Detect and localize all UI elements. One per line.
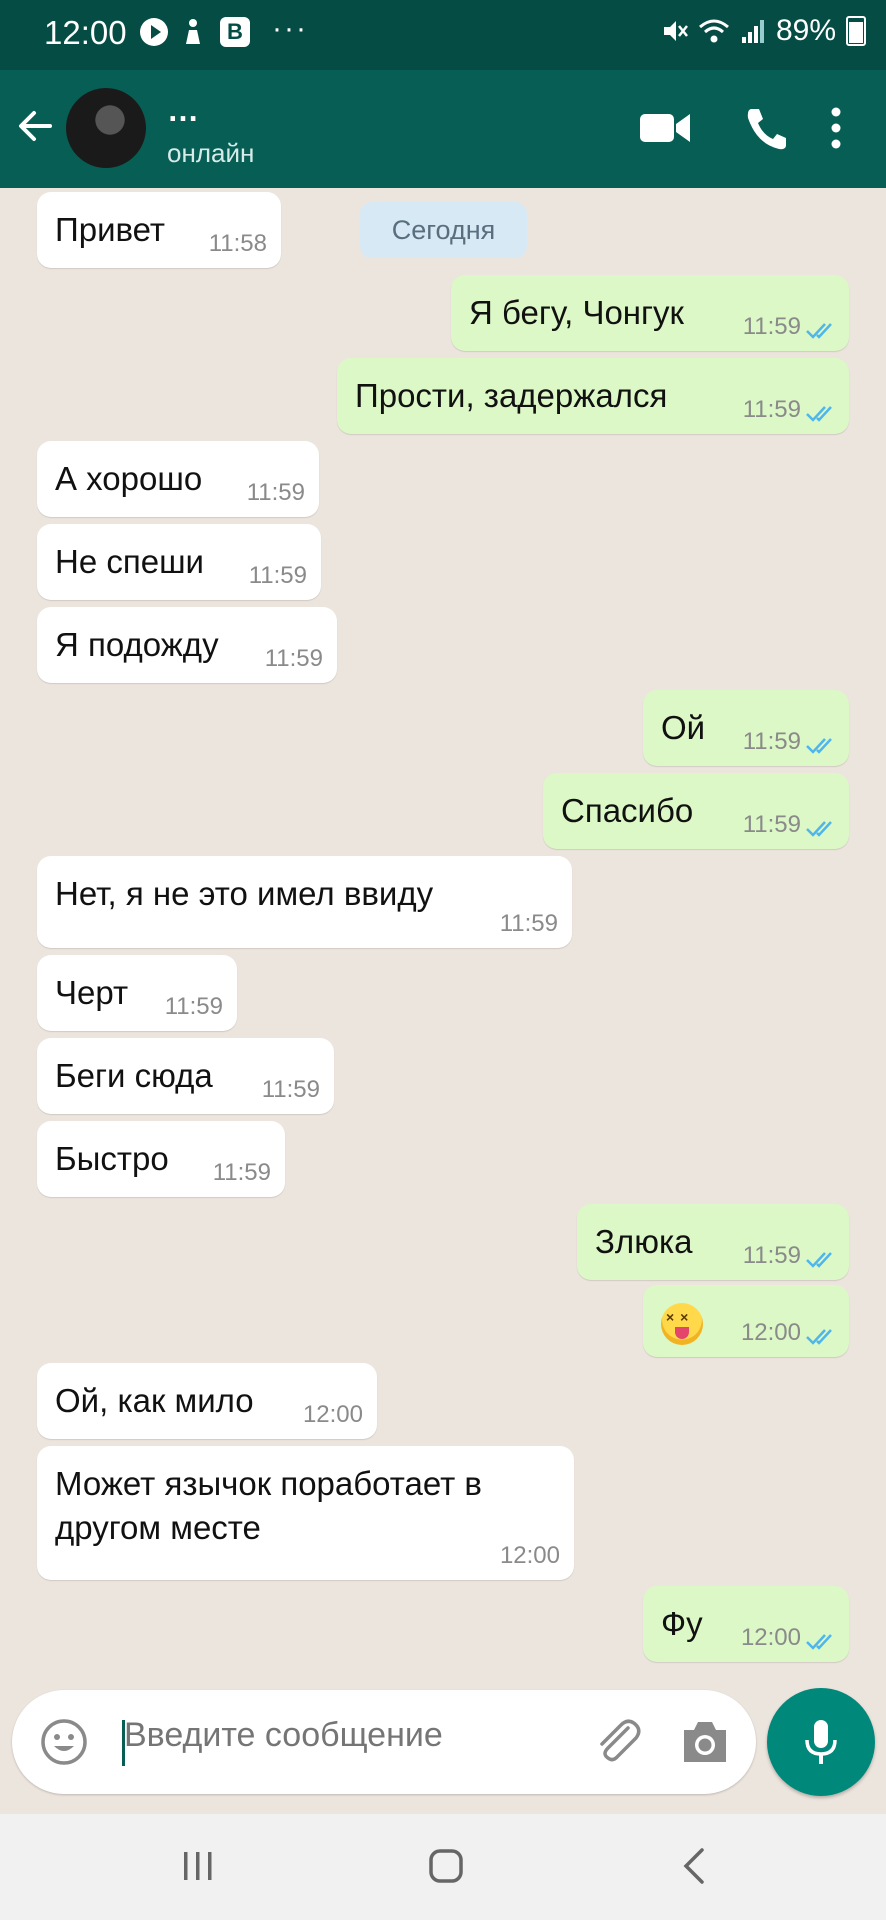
message-text: Не спеши (55, 543, 204, 580)
back-arrow-icon[interactable] (14, 106, 54, 146)
message-time: 11:59 (261, 1076, 320, 1103)
status-time: 12:00 (44, 14, 127, 51)
squinting-face-with-tongue-emoji (661, 1303, 703, 1345)
vk-notification-icon: B (220, 17, 250, 47)
battery-icon (846, 16, 866, 46)
read-ticks-icon (806, 738, 832, 754)
message-time: 11:59 (742, 396, 801, 423)
read-ticks-icon (806, 1252, 832, 1268)
message-text: Злюка (595, 1223, 693, 1260)
youtube-notification-icon (140, 18, 168, 46)
message-text: Ой (661, 709, 706, 746)
message-text: Прости, задержался (355, 377, 668, 414)
message-time: 11:59 (212, 1159, 271, 1186)
message-text: Быстро (55, 1140, 169, 1177)
message-text: Ой, как мило (55, 1382, 254, 1419)
message-time: 11:59 (248, 562, 307, 589)
message-time: 11:59 (742, 313, 801, 340)
message-time: 11:59 (264, 645, 323, 672)
message-text: Я подожду (55, 626, 219, 663)
message-bubble[interactable]: А хорошо 11:59 (37, 441, 319, 517)
message-time: 11:59 (742, 728, 801, 755)
message-time: 11:59 (499, 910, 558, 937)
home-icon[interactable] (428, 1848, 464, 1884)
mute-icon (663, 21, 688, 41)
contact-status: онлайн (167, 138, 255, 168)
read-ticks-icon (806, 1329, 832, 1345)
read-ticks-icon (806, 1634, 832, 1650)
figure-notification-icon (186, 19, 200, 44)
message-time: 12:00 (740, 1624, 801, 1651)
read-ticks-icon (806, 323, 832, 339)
status-bar: 12:00 B ··· 89% (0, 0, 886, 70)
message-bubble[interactable]: Привет 11:58 (37, 192, 281, 268)
message-bubble[interactable]: Черт 11:59 (37, 955, 237, 1031)
message-time: 12:00 (302, 1401, 363, 1428)
phone-call-icon[interactable] (745, 106, 787, 150)
message-text: Беги сюда (55, 1057, 213, 1094)
date-chip: Сегодня (360, 202, 527, 258)
chat-area[interactable]: Сегодня Привет 11:58 Я бегу, Чонгук 11:5… (0, 188, 886, 1688)
video-call-icon[interactable] (640, 112, 690, 144)
message-time: 11:59 (246, 479, 305, 506)
message-bubble[interactable]: Может язычок поработает в другом месте 1… (37, 1446, 574, 1580)
battery-percent: 89% (775, 14, 836, 47)
message-bubble[interactable]: Фу 12:00 (643, 1586, 849, 1662)
microphone-icon (805, 1720, 837, 1764)
message-time: 12:00 (499, 1542, 560, 1569)
message-bubble[interactable]: Прости, задержался 11:59 (337, 358, 849, 434)
attachment-icon[interactable] (590, 1714, 646, 1770)
more-options-icon[interactable] (830, 106, 842, 150)
emoji-icon[interactable] (40, 1718, 88, 1766)
more-notifications-icon: ··· (272, 12, 308, 45)
voice-record-button[interactable] (767, 1688, 875, 1796)
message-bubble[interactable]: Я подожду 11:59 (37, 607, 337, 683)
message-text: Я бегу, Чонгук (469, 294, 684, 331)
message-bubble[interactable]: 12:00 (643, 1285, 849, 1357)
message-bubble[interactable]: Я бегу, Чонгук 11:59 (451, 275, 849, 351)
message-bubble[interactable]: Беги сюда 11:59 (37, 1038, 334, 1114)
message-text: А хорошо (55, 460, 203, 497)
message-time: 12:00 (740, 1319, 801, 1346)
message-time: 11:59 (164, 993, 223, 1020)
message-bubble[interactable]: Ой, как мило 12:00 (37, 1363, 377, 1439)
signal-icon (741, 20, 764, 43)
message-text: Фу (661, 1605, 703, 1642)
read-ticks-icon (806, 406, 832, 422)
message-time: 11:59 (742, 811, 801, 838)
message-text: Черт (55, 974, 129, 1011)
message-bubble[interactable]: Нет, я не это имел ввиду 11:59 (37, 856, 572, 948)
message-time: 11:59 (742, 1242, 801, 1269)
back-nav-icon[interactable] (682, 1846, 706, 1886)
contact-name[interactable]: … (167, 92, 201, 129)
system-nav-bar (0, 1814, 886, 1920)
message-bubble[interactable]: Спасибо 11:59 (543, 773, 849, 849)
message-text: Нет, я не это имел ввиду (55, 875, 434, 912)
avatar[interactable] (66, 88, 146, 168)
message-text: Спасибо (561, 792, 694, 829)
message-text: Может язычок поработает в другом месте (55, 1465, 482, 1546)
message-bubble[interactable]: Не спеши 11:59 (37, 524, 321, 600)
status-indicators: 89% (660, 14, 866, 48)
message-time: 11:58 (208, 230, 267, 257)
recent-apps-icon[interactable] (180, 1848, 216, 1884)
read-ticks-icon (806, 821, 832, 837)
chat-header: … онлайн (0, 70, 886, 188)
message-text: Привет (55, 211, 166, 248)
message-composer (12, 1690, 756, 1794)
message-bubble[interactable]: Быстро 11:59 (37, 1121, 285, 1197)
message-bubble[interactable]: Злюка 11:59 (577, 1204, 849, 1280)
message-input[interactable] (124, 1716, 464, 1755)
wifi-icon (698, 19, 729, 43)
camera-icon[interactable] (680, 1718, 730, 1766)
message-bubble[interactable]: Ой 11:59 (643, 690, 849, 766)
